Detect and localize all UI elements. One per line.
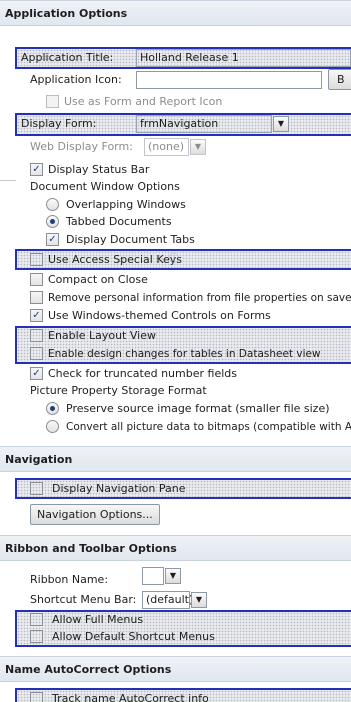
remove-personal-info-checkbox[interactable]	[30, 291, 43, 304]
windows-themed-controls-checkbox[interactable]: ✓	[30, 309, 43, 322]
chevron-down-icon: ▼	[195, 595, 203, 604]
section-title: Name AutoCorrect Options	[5, 663, 172, 676]
chevron-down-icon: ▼	[194, 142, 202, 151]
browse-button[interactable]: B	[328, 69, 351, 90]
application-icon-label: Application Icon:	[30, 73, 122, 86]
enable-design-changes-label: Enable design changes for tables in Data…	[48, 348, 321, 360]
shortcut-menu-bar-label: Shortcut Menu Bar:	[30, 593, 137, 606]
display-form-select[interactable]: frmNavigation	[136, 115, 272, 133]
enable-design-changes-checkbox[interactable]	[30, 347, 43, 360]
display-status-bar-checkbox[interactable]: ✓	[30, 163, 43, 176]
section-header-name-autocorrect: Name AutoCorrect Options	[0, 656, 351, 682]
display-document-tabs-label: Display Document Tabs	[66, 233, 195, 246]
section-header-ribbon: Ribbon and Toolbar Options	[0, 535, 351, 561]
tabbed-documents-label: Tabbed Documents	[66, 215, 172, 228]
navigation-options-button[interactable]: Navigation Options...	[30, 504, 160, 525]
use-access-special-keys-checkbox[interactable]	[30, 253, 43, 266]
track-autocorrect-checkbox[interactable]	[30, 692, 43, 702]
tabbed-documents-radio[interactable]	[46, 215, 59, 228]
document-window-options-label: Document Window Options	[30, 180, 180, 193]
ribbon-name-dropdown-button[interactable]: ▼	[165, 568, 181, 584]
shortcut-menu-bar-dropdown-button[interactable]: ▼	[191, 592, 207, 608]
enable-layout-view-checkbox[interactable]	[30, 329, 43, 342]
track-autocorrect-label: Track name AutoCorrect info	[52, 692, 209, 702]
check-truncated-label: Check for truncated number fields	[48, 367, 237, 380]
remove-personal-info-label: Remove personal information from file pr…	[48, 292, 351, 304]
check-truncated-checkbox[interactable]: ✓	[30, 367, 43, 380]
divider	[0, 180, 16, 181]
convert-bitmaps-radio[interactable]	[46, 420, 59, 433]
allow-default-shortcut-menus-checkbox[interactable]	[30, 630, 43, 643]
display-form-label: Display Form:	[21, 117, 97, 130]
display-form-dropdown-button[interactable]: ▼	[273, 116, 289, 132]
compact-on-close-label: Compact on Close	[48, 273, 148, 286]
allow-default-shortcut-menus-label: Allow Default Shortcut Menus	[52, 630, 215, 643]
application-title-input[interactable]: Holland Release 1	[136, 49, 351, 67]
overlapping-windows-radio[interactable]	[46, 198, 59, 211]
preserve-format-label: Preserve source image format (smaller fi…	[66, 402, 330, 415]
display-document-tabs-checkbox[interactable]: ✓	[46, 233, 59, 246]
chevron-down-icon: ▼	[169, 571, 177, 580]
display-navigation-pane-label: Display Navigation Pane	[52, 482, 186, 495]
application-icon-input[interactable]	[136, 71, 322, 89]
section-header-application-options: Application Options	[0, 0, 351, 26]
windows-themed-controls-label: Use Windows-themed Controls on Forms	[48, 309, 271, 322]
info-icon: ⓘ	[169, 254, 179, 265]
convert-bitmaps-label: Convert all picture data to bitmaps (com…	[66, 421, 351, 433]
allow-full-menus-label: Allow Full Menus	[52, 613, 144, 626]
web-display-form-label: Web Display Form:	[30, 140, 133, 153]
shortcut-menu-bar-select[interactable]: (default)	[142, 591, 193, 609]
picture-storage-label: Picture Property Storage Format	[30, 384, 207, 397]
display-navigation-pane-checkbox[interactable]	[30, 482, 43, 495]
overlapping-windows-label: Overlapping Windows	[66, 198, 186, 211]
application-title-label: Application Title:	[21, 51, 114, 64]
section-title: Ribbon and Toolbar Options	[5, 542, 177, 555]
ribbon-name-select[interactable]	[142, 567, 164, 585]
section-title: Application Options	[5, 7, 128, 20]
use-as-form-icon-label: Use as Form and Report Icon	[64, 95, 223, 108]
web-display-form-dropdown-button[interactable]: ▼	[190, 139, 206, 155]
use-access-special-keys-label: Use Access Special Keys	[48, 253, 183, 266]
display-status-bar-label: Display Status Bar	[48, 163, 150, 176]
allow-full-menus-checkbox[interactable]	[30, 613, 43, 626]
web-display-form-select[interactable]: (none)	[144, 138, 189, 156]
section-header-navigation: Navigation	[0, 446, 351, 472]
preserve-format-radio[interactable]	[46, 402, 59, 415]
chevron-down-icon: ▼	[277, 119, 285, 128]
compact-on-close-checkbox[interactable]	[30, 273, 43, 286]
section-title: Navigation	[5, 453, 73, 466]
ribbon-name-label: Ribbon Name:	[30, 573, 109, 586]
enable-layout-view-label: Enable Layout View	[48, 329, 156, 342]
use-as-form-icon-checkbox[interactable]	[46, 95, 59, 108]
